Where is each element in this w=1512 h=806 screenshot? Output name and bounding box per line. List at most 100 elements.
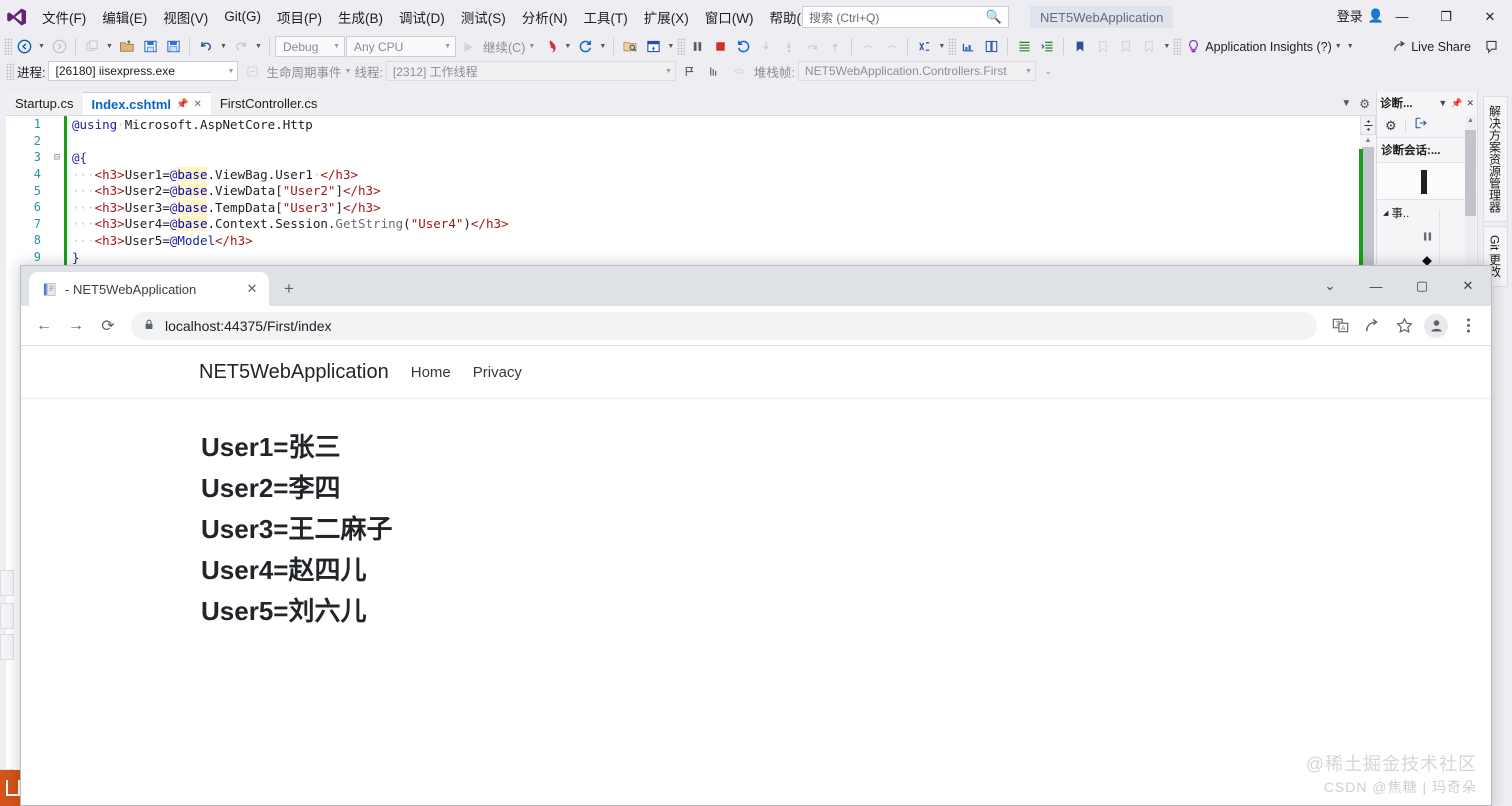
window-layout-dropdown-icon[interactable]: ▼ <box>665 36 676 58</box>
editor-settings-icon[interactable]: ⚙ <box>1359 97 1370 111</box>
menu-item-test[interactable]: 测试(S) <box>453 3 514 31</box>
scroll-up-arrow-icon[interactable]: ▲ <box>1467 117 1474 124</box>
run-to-cursor-icon[interactable] <box>824 36 846 58</box>
live-share-icon[interactable] <box>1388 36 1410 58</box>
restart-debug-icon[interactable] <box>732 36 754 58</box>
dock-tab-left-1[interactable] <box>0 570 14 596</box>
code-line[interactable]: 2 <box>6 132 1360 150</box>
reload-button[interactable]: ⟳ <box>93 311 123 341</box>
pause-debug-icon[interactable] <box>686 36 708 58</box>
toolbar-grip[interactable] <box>948 38 957 55</box>
code-line[interactable]: 4 ···<h3>User1=@base.ViewBag.User1·</h3> <box>6 165 1360 183</box>
step-into-icon[interactable] <box>755 36 777 58</box>
close-icon[interactable]: ✕ <box>1466 98 1474 109</box>
start-debug-icon[interactable] <box>457 36 479 58</box>
menu-icon[interactable] <box>1453 311 1483 341</box>
split-view-icon[interactable] <box>1360 115 1376 135</box>
toolbar-grip[interactable] <box>4 38 12 55</box>
indent-lines-icon[interactable] <box>1013 36 1035 58</box>
tab-list-dropdown-icon[interactable]: ▼ <box>1341 98 1351 109</box>
pin-icon[interactable]: 📌 <box>1451 98 1462 109</box>
feedback-icon[interactable] <box>1480 36 1502 58</box>
application-insights-label[interactable]: Application Insights (?) <box>1205 40 1331 54</box>
lightbulb-icon[interactable] <box>1182 36 1204 58</box>
clear-bookmarks-icon[interactable] <box>1138 36 1160 58</box>
process-combo[interactable]: [26180] iisexpress.exe ▼ <box>48 61 239 81</box>
menu-item-tools[interactable]: 工具(T) <box>576 3 636 31</box>
code-line[interactable]: 1 @using·Microsoft.AspNetCore.Http <box>6 116 1360 133</box>
diagnostic-scrollbar-thumb[interactable] <box>1465 130 1476 216</box>
browser-close-button[interactable]: ✕ <box>1445 266 1491 306</box>
stop-debug-icon[interactable] <box>709 36 731 58</box>
window-layout-icon[interactable] <box>642 36 664 58</box>
menu-item-git[interactable]: Git(G) <box>216 5 269 28</box>
navigate-forward-icon[interactable] <box>48 36 70 58</box>
browser-select-icon[interactable] <box>619 36 641 58</box>
refresh-icon[interactable] <box>574 36 596 58</box>
undo-dropdown-icon[interactable]: ▼ <box>218 36 229 58</box>
pin-icon[interactable]: 📌 <box>176 99 188 110</box>
chevron-down-icon[interactable]: ▼ <box>345 68 352 75</box>
compare-icon[interactable] <box>980 36 1002 58</box>
diagnostic-events-section[interactable]: ◢ 事.. <box>1377 200 1477 226</box>
tab-search-icon[interactable]: ⌄ <box>1307 266 1353 306</box>
debugbar-overflow-icon[interactable]: ⌄ <box>1045 67 1052 76</box>
flag-thread-icon[interactable] <box>679 60 701 82</box>
toolbar-grip[interactable] <box>677 38 686 55</box>
build-platform-combo[interactable]: Any CPU ▼ <box>346 36 456 57</box>
code-line[interactable]: 7 ···<h3>User4=@base.Context.Session.GetS… <box>6 215 1360 233</box>
gear-icon[interactable]: ⚙ <box>1385 118 1397 134</box>
address-bar[interactable]: localhost:44375/First/index <box>131 311 1317 340</box>
menu-item-debug[interactable]: 调试(D) <box>391 3 453 31</box>
menu-item-edit[interactable]: 编辑(E) <box>94 3 155 31</box>
toolbar-overflow-icon[interactable]: ▼ <box>1345 36 1356 58</box>
live-share-label[interactable]: Live Share <box>1411 40 1471 54</box>
navigate-backward-dropdown-icon[interactable]: ▼ <box>36 36 47 58</box>
forward-button[interactable]: → <box>61 311 91 341</box>
stack-frame-combo[interactable]: NET5WebApplication.Controllers.First ▼ <box>797 61 1036 81</box>
vs-signin-button[interactable]: 登录 👤 <box>1337 6 1384 25</box>
code-line[interactable]: 3 ⊟ @{ <box>6 149 1360 166</box>
code-line[interactable]: 6 ···<h3>User3=@base.TempData["User3"]</h… <box>6 198 1360 216</box>
chevron-down-icon[interactable]: ▼ <box>1438 98 1447 108</box>
close-icon[interactable]: ✕ <box>193 99 201 110</box>
step-forward-icon[interactable] <box>880 36 902 58</box>
hot-reload-dropdown-icon[interactable]: ▼ <box>562 36 573 58</box>
vs-search-box[interactable]: 搜索 (Ctrl+Q) 🔍 <box>802 6 1009 28</box>
continue-button[interactable]: 继续(C) ▼ <box>480 36 538 58</box>
save-all-icon[interactable] <box>162 36 184 58</box>
undo-icon[interactable] <box>195 36 217 58</box>
translate-icon[interactable]: 文A <box>1325 311 1355 341</box>
profile-icon[interactable] <box>1421 311 1451 341</box>
browser-maximize-button[interactable]: ▢ <box>1399 266 1445 306</box>
open-summary-icon[interactable] <box>1414 116 1428 135</box>
open-file-icon[interactable] <box>116 36 138 58</box>
dock-tab-left-3[interactable] <box>0 634 14 660</box>
new-project-icon[interactable] <box>81 36 103 58</box>
vs-restore-button[interactable]: ❐ <box>1424 0 1468 33</box>
debugbar-grip[interactable] <box>6 62 14 80</box>
hot-reload-icon[interactable] <box>539 36 561 58</box>
scroll-up-arrow-icon[interactable]: ▲ <box>1363 137 1373 144</box>
bookmark-icon[interactable] <box>1389 311 1419 341</box>
dock-tab-left-2[interactable] <box>0 603 14 629</box>
step-over-icon[interactable] <box>778 36 800 58</box>
scrollbar-thumb[interactable] <box>1359 147 1374 275</box>
code-line[interactable]: 5 ···<h3>User2=@base.ViewData["User2"]</h… <box>6 182 1360 199</box>
intellitrace-dropdown-icon[interactable]: ▼ <box>936 36 947 58</box>
fold-toggle-icon[interactable]: ⊟ <box>50 152 64 163</box>
menu-item-file[interactable]: 文件(F) <box>34 3 94 31</box>
editor-tab-index[interactable]: Index.cshtml 📌 ✕ <box>82 92 211 115</box>
new-tab-button[interactable]: + <box>275 275 303 303</box>
redo-dropdown-icon[interactable]: ▼ <box>253 36 264 58</box>
browser-tab[interactable]: - NET5WebApplication ✕ <box>29 272 269 306</box>
menu-item-window[interactable]: 窗口(W) <box>697 3 762 31</box>
editor-tab-startup[interactable]: Startup.cs <box>6 92 83 115</box>
parallel-watch-icon[interactable] <box>729 60 751 82</box>
code-line[interactable]: 9} <box>6 248 1360 266</box>
nav-link-home[interactable]: Home <box>411 364 451 381</box>
editor-tab-firstcontroller[interactable]: FirstController.cs <box>210 92 327 115</box>
redo-icon[interactable] <box>230 36 252 58</box>
menu-item-view[interactable]: 视图(V) <box>155 3 216 31</box>
outdent-lines-icon[interactable] <box>1036 36 1058 58</box>
